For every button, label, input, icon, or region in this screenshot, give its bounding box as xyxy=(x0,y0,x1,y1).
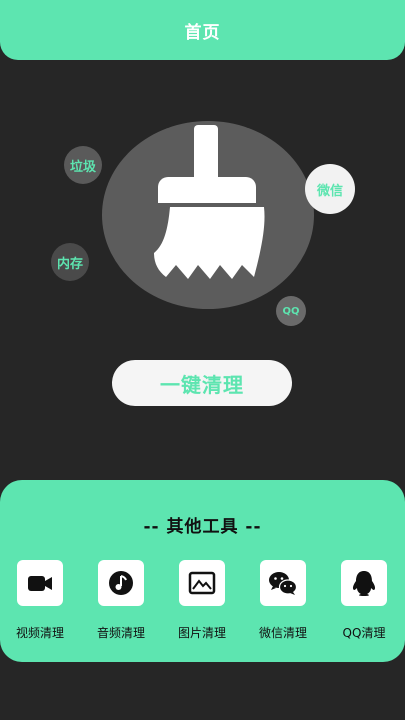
one-key-clean-button[interactable]: 一键清理 xyxy=(112,360,292,406)
tool-wechat-clean[interactable]: 微信清理 xyxy=(248,560,318,641)
bubble-neicun-label: 内存 xyxy=(56,256,83,272)
tool-wechat-clean-label: 微信清理 xyxy=(258,626,307,640)
bubble-neicun[interactable]: 内存 xyxy=(51,243,89,281)
tool-qq-clean[interactable]: QQ清理 xyxy=(329,560,399,641)
broom-icon xyxy=(154,125,265,279)
tool-audio-clean-label: 音频清理 xyxy=(96,626,145,640)
other-tools-panel: -- 其他工具 -- 视频清理 音频清理 图片清理 微信清理 QQ清理 xyxy=(0,480,405,662)
tool-video-clean[interactable]: 视频清理 xyxy=(5,560,75,641)
image-icon xyxy=(188,571,216,595)
bubble-laji-label: 垃圾 xyxy=(69,159,96,175)
tool-image-clean[interactable]: 图片清理 xyxy=(167,560,237,641)
tool-video-clean-label: 视频清理 xyxy=(15,626,64,640)
qq-penguin-icon xyxy=(352,571,376,596)
bubble-qq-label: QQ xyxy=(282,305,300,317)
bubble-laji[interactable]: 垃圾 xyxy=(64,146,102,184)
bubble-qq[interactable]: QQ xyxy=(276,296,306,326)
tool-qq-clean-label: QQ清理 xyxy=(342,626,386,640)
wechat-icon xyxy=(269,572,298,595)
bubble-weixin[interactable]: 微信 xyxy=(305,164,355,214)
video-camera-icon xyxy=(28,576,52,591)
tools-title: -- 其他工具 -- xyxy=(143,517,262,537)
bubble-weixin-label: 微信 xyxy=(316,183,343,199)
music-note-icon xyxy=(109,571,133,595)
tool-audio-clean[interactable]: 音频清理 xyxy=(86,560,156,641)
top-header: 首页 xyxy=(0,0,405,60)
tool-image-clean-label: 图片清理 xyxy=(177,626,226,640)
page-title: 首页 xyxy=(184,22,221,43)
